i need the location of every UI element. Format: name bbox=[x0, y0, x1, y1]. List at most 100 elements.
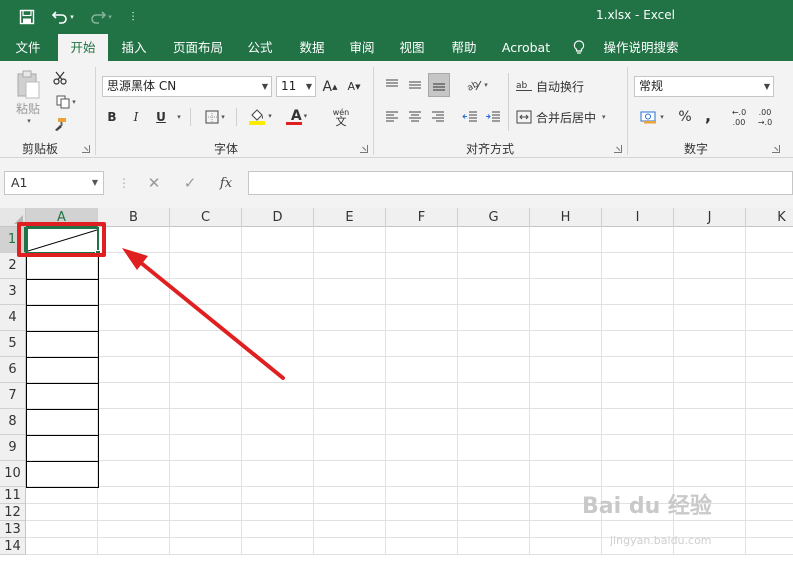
cell-h2[interactable] bbox=[530, 253, 602, 279]
merge-center-button[interactable]: 合并后居中 ▾ bbox=[516, 106, 616, 128]
cell-d11[interactable] bbox=[242, 487, 314, 504]
cell-d13[interactable] bbox=[242, 521, 314, 538]
cell-g14[interactable] bbox=[458, 538, 530, 555]
cell-i9[interactable] bbox=[602, 435, 674, 461]
cell-b7[interactable] bbox=[98, 383, 170, 409]
cell-g10[interactable] bbox=[458, 461, 530, 487]
row-header-12[interactable]: 12 bbox=[0, 504, 26, 521]
cell-d5[interactable] bbox=[242, 331, 314, 357]
enter-formula-button[interactable]: ✓ bbox=[172, 171, 208, 195]
cell-b10[interactable] bbox=[98, 461, 170, 487]
cell-i8[interactable] bbox=[602, 409, 674, 435]
column-header-f[interactable]: F bbox=[386, 208, 458, 227]
cell-f9[interactable] bbox=[386, 435, 458, 461]
redo-button[interactable]: ▾ bbox=[86, 7, 116, 27]
cell-k10[interactable] bbox=[746, 461, 793, 487]
cell-g2[interactable] bbox=[458, 253, 530, 279]
decrease-decimal-button[interactable]: .00 →.0 bbox=[754, 106, 776, 130]
cell-j2[interactable] bbox=[674, 253, 746, 279]
cancel-formula-button[interactable]: ✕ bbox=[136, 171, 172, 195]
column-header-d[interactable]: D bbox=[242, 208, 314, 227]
tab-file[interactable]: 文件 bbox=[6, 34, 50, 61]
column-header-k[interactable]: K bbox=[746, 208, 793, 227]
bold-button[interactable]: B bbox=[104, 107, 120, 127]
cell-g4[interactable] bbox=[458, 305, 530, 331]
row-header-3[interactable]: 3 bbox=[0, 279, 26, 305]
cell-d2[interactable] bbox=[242, 253, 314, 279]
cell-g5[interactable] bbox=[458, 331, 530, 357]
cell-f12[interactable] bbox=[386, 504, 458, 521]
cell-d3[interactable] bbox=[242, 279, 314, 305]
cell-g12[interactable] bbox=[458, 504, 530, 521]
tab-help[interactable]: 帮助 bbox=[444, 34, 484, 61]
cell-j10[interactable] bbox=[674, 461, 746, 487]
cell-f13[interactable] bbox=[386, 521, 458, 538]
cell-b6[interactable] bbox=[98, 357, 170, 383]
row-header-8[interactable]: 8 bbox=[0, 409, 26, 435]
cell-i2[interactable] bbox=[602, 253, 674, 279]
cell-k1[interactable] bbox=[746, 227, 793, 253]
cell-e9[interactable] bbox=[314, 435, 386, 461]
font-color-button[interactable]: A ▾ bbox=[282, 105, 316, 127]
cell-g1[interactable] bbox=[458, 227, 530, 253]
cell-g9[interactable] bbox=[458, 435, 530, 461]
cell-j6[interactable] bbox=[674, 357, 746, 383]
cell-j4[interactable] bbox=[674, 305, 746, 331]
cell-j9[interactable] bbox=[674, 435, 746, 461]
number-format-select[interactable]: 常规 ▼ bbox=[634, 76, 774, 97]
row-header-4[interactable]: 4 bbox=[0, 305, 26, 331]
name-box[interactable]: A1 ▼ bbox=[4, 171, 104, 195]
cell-c14[interactable] bbox=[170, 538, 242, 555]
cell-j5[interactable] bbox=[674, 331, 746, 357]
save-icon[interactable] bbox=[16, 7, 38, 27]
cell-f3[interactable] bbox=[386, 279, 458, 305]
phonetic-guide-button[interactable]: wén 文 bbox=[326, 105, 356, 129]
cell-b1[interactable] bbox=[98, 227, 170, 253]
cell-d7[interactable] bbox=[242, 383, 314, 409]
align-bottom-icon[interactable] bbox=[428, 73, 450, 97]
wrap-text-button[interactable]: ab 自动换行 bbox=[516, 75, 588, 97]
column-header-c[interactable]: C bbox=[170, 208, 242, 227]
cell-h1[interactable] bbox=[530, 227, 602, 253]
tell-me-search[interactable]: 操作说明搜索 bbox=[602, 34, 680, 61]
cell-a13[interactable] bbox=[26, 521, 98, 538]
decrease-font-size-button[interactable]: A ▼ bbox=[346, 76, 362, 97]
cell-g6[interactable] bbox=[458, 357, 530, 383]
cell-d14[interactable] bbox=[242, 538, 314, 555]
cell-e6[interactable] bbox=[314, 357, 386, 383]
cell-j3[interactable] bbox=[674, 279, 746, 305]
cell-b3[interactable] bbox=[98, 279, 170, 305]
cell-c7[interactable] bbox=[170, 383, 242, 409]
row-header-13[interactable]: 13 bbox=[0, 521, 26, 538]
cell-h13[interactable] bbox=[530, 521, 602, 538]
cell-a11[interactable] bbox=[26, 487, 98, 504]
cell-g11[interactable] bbox=[458, 487, 530, 504]
cell-a12[interactable] bbox=[26, 504, 98, 521]
align-center-icon[interactable] bbox=[405, 107, 425, 127]
tab-home[interactable]: 开始 bbox=[58, 34, 108, 61]
cell-b8[interactable] bbox=[98, 409, 170, 435]
cell-k7[interactable] bbox=[746, 383, 793, 409]
cell-f6[interactable] bbox=[386, 357, 458, 383]
cell-b4[interactable] bbox=[98, 305, 170, 331]
column-header-b[interactable]: B bbox=[98, 208, 170, 227]
paste-button[interactable]: 粘贴 ▾ bbox=[12, 69, 44, 125]
cell-e12[interactable] bbox=[314, 504, 386, 521]
row-header-5[interactable]: 5 bbox=[0, 331, 26, 357]
tab-page-layout[interactable]: 页面布局 bbox=[166, 34, 230, 61]
tab-formulas[interactable]: 公式 bbox=[240, 34, 280, 61]
cell-j8[interactable] bbox=[674, 409, 746, 435]
cell-h6[interactable] bbox=[530, 357, 602, 383]
cell-b2[interactable] bbox=[98, 253, 170, 279]
cell-a14[interactable] bbox=[26, 538, 98, 555]
cell-b13[interactable] bbox=[98, 521, 170, 538]
cell-d12[interactable] bbox=[242, 504, 314, 521]
cell-f11[interactable] bbox=[386, 487, 458, 504]
cell-e11[interactable] bbox=[314, 487, 386, 504]
orientation-button[interactable]: ab ▾ bbox=[460, 75, 494, 95]
font-size-select[interactable]: 11 ▼ bbox=[276, 76, 316, 97]
formula-input[interactable] bbox=[248, 171, 793, 195]
decrease-indent-icon[interactable] bbox=[460, 107, 480, 127]
cell-c6[interactable] bbox=[170, 357, 242, 383]
tab-acrobat[interactable]: Acrobat bbox=[496, 34, 556, 61]
